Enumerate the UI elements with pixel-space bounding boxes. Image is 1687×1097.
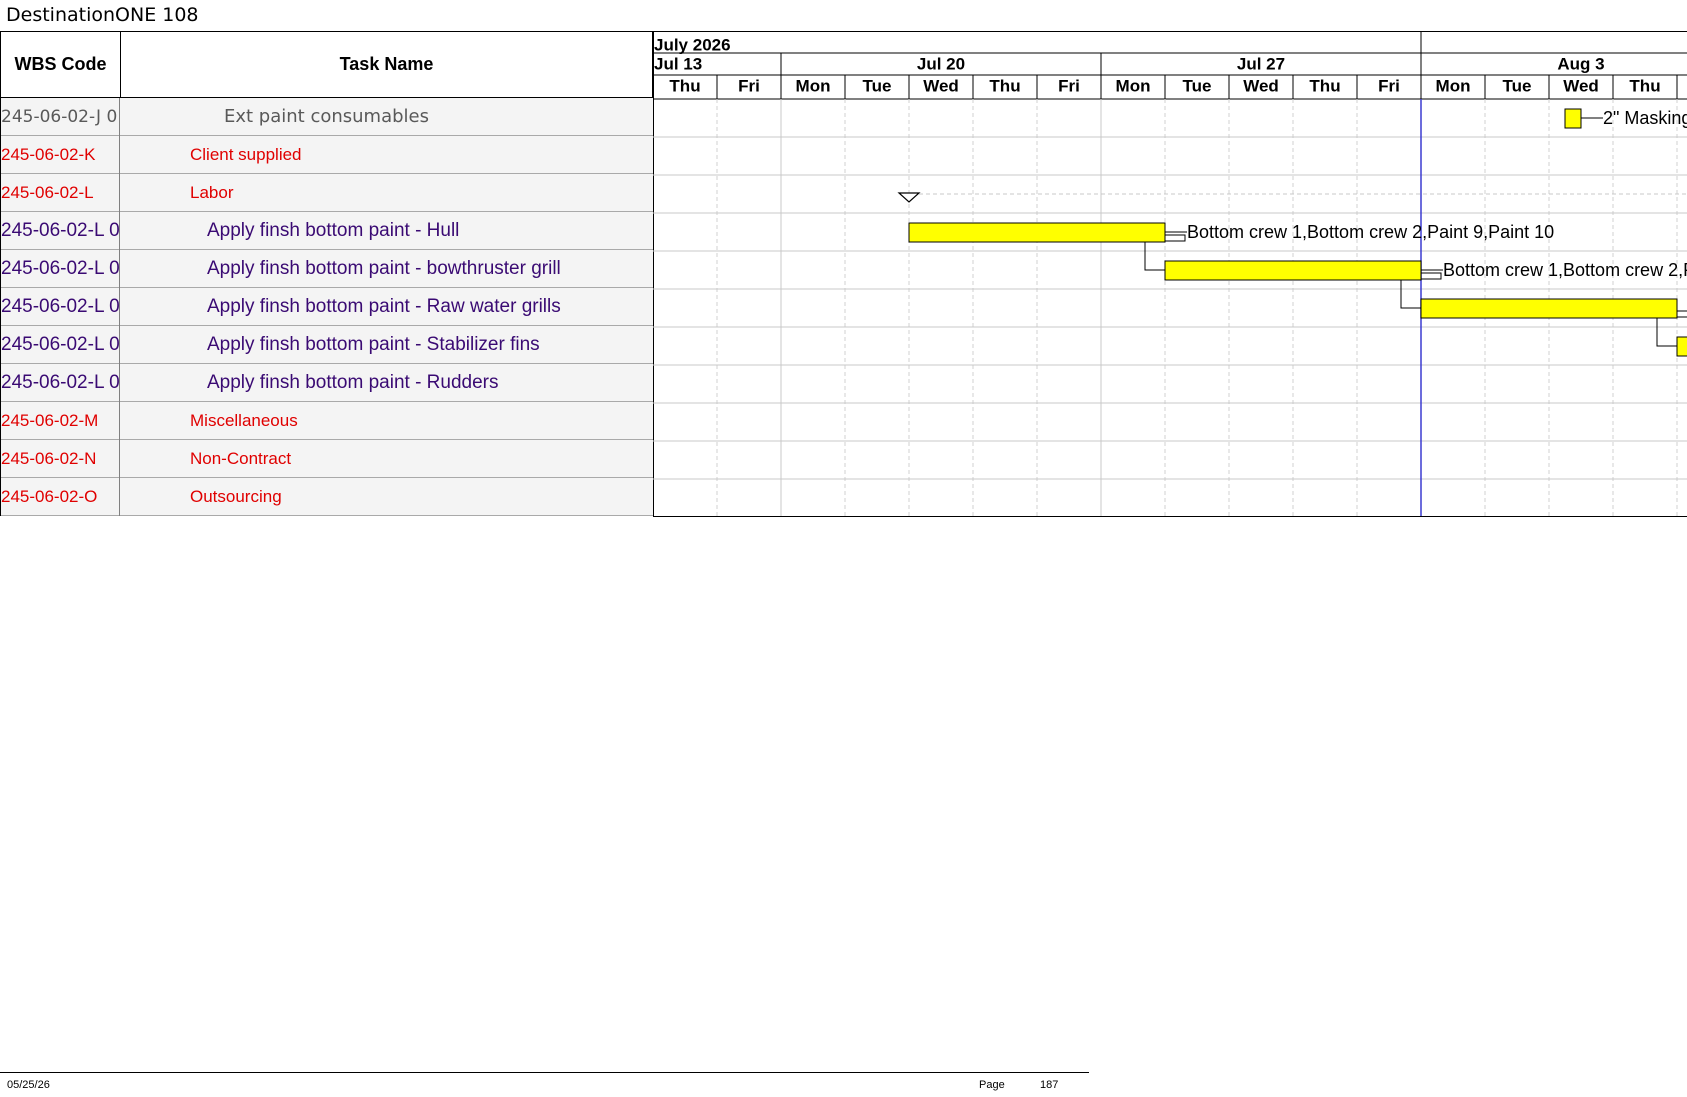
task-name-cell: Labor <box>190 183 234 202</box>
week-label: Aug 3 <box>1557 54 1604 73</box>
table-row[interactable]: 245-06-02-O Outsourcing <box>0 478 653 516</box>
task-name-cell: Apply finsh bottom paint - Rudders <box>207 372 499 393</box>
document-title: DestinationONE 108 <box>6 4 199 26</box>
table-row[interactable]: 245-06-02-N Non-Contract <box>0 440 653 478</box>
table-row[interactable]: 245-06-02-J 01 Ext paint consumables <box>0 98 653 136</box>
task-bar <box>1164 260 1422 281</box>
wbs-code-cell: 245-06-02-O <box>0 478 120 516</box>
wbs-code-cell: 245-06-02-N <box>0 440 120 478</box>
table-row[interactable]: 245-06-02-M Miscellaneous <box>0 402 653 440</box>
day-label: Tue <box>863 76 892 95</box>
resource-label: Bottom crew 1,Bottom crew 2,Paint 9,Pain… <box>1443 260 1687 280</box>
day-label: Thu <box>1309 76 1340 95</box>
wbs-code-cell: 245-06-02-L 03 <box>0 288 120 326</box>
footer-page-label: Page <box>979 1079 1005 1091</box>
day-label: Mon <box>1436 76 1471 95</box>
wbs-column-header[interactable]: WBS Code <box>0 31 121 98</box>
task-name-column-header[interactable]: Task Name <box>120 31 653 98</box>
resource-label: Bottom crew 1,Bottom crew 2,Paint 9,Pain… <box>1187 222 1554 242</box>
table-row[interactable]: 245-06-02-L 05 Apply finsh bottom paint -… <box>0 364 653 402</box>
day-label: Fri <box>1058 76 1080 95</box>
wbs-code-cell: 245-06-02-L <box>0 174 120 212</box>
task-bar <box>1676 336 1687 357</box>
day-label: Thu <box>989 76 1020 95</box>
table-row[interactable]: 245-06-02-L 02 Apply finsh bottom paint -… <box>0 250 653 288</box>
day-label: Tue <box>1503 76 1532 95</box>
day-label: Fri <box>738 76 760 95</box>
week-label: Jul 13 <box>654 54 702 73</box>
day-label: Mon <box>1116 76 1151 95</box>
day-label: Thu <box>1629 76 1660 95</box>
table-row[interactable]: 245-06-02-L 04 Apply finsh bottom paint -… <box>0 326 653 364</box>
task-name-cell: Outsourcing <box>190 487 282 506</box>
week-label: Jul 27 <box>1237 54 1285 73</box>
wbs-code-cell: 245-06-02-J 01 <box>0 98 120 136</box>
day-label: Wed <box>1243 76 1279 95</box>
task-name-cell: Non-Contract <box>190 449 292 468</box>
gantt-chart-canvas: July 2026Jul 13 Jul 20 Jul 27 Aug 3 Thu Fri Mo… <box>653 32 1687 516</box>
wbs-code-cell: 245-06-02-L 02 <box>0 250 120 288</box>
wbs-code-cell: 245-06-02-K <box>0 136 120 174</box>
wbs-code-cell: 245-06-02-M <box>0 402 120 440</box>
task-bar <box>1564 108 1582 129</box>
task-name-cell: Client supplied <box>190 145 302 164</box>
day-label: Tue <box>1183 76 1212 95</box>
week-label: Jul 20 <box>917 54 965 73</box>
table-row[interactable]: 245-06-02-L 01 Apply finsh bottom paint -… <box>0 212 653 250</box>
wbs-code-cell: 245-06-02-L 04 <box>0 326 120 364</box>
table-row[interactable]: 245-06-02-L 03 Apply finsh bottom paint -… <box>0 288 653 326</box>
task-name-cell: Apply finsh bottom paint - Hull <box>207 220 460 241</box>
gantt-table: WBS Code Task Name 245-06-02-J 01 Ext pai… <box>0 31 1687 517</box>
gantt-chart: July 2026 Jul 13 Jul 20 Jul 27 Aug 3 Thu Fri Mo… <box>653 31 1687 517</box>
task-name-cell: Apply finsh bottom paint - bowthruster g… <box>207 258 561 279</box>
day-label: Wed <box>1563 76 1599 95</box>
task-bar <box>908 222 1166 243</box>
task-bar <box>1420 298 1678 319</box>
table-row[interactable]: 245-06-02-L Labor <box>0 174 653 212</box>
wbs-code-cell: 245-06-02-L 01 <box>0 212 120 250</box>
footer-page-number: 187 <box>1040 1079 1059 1091</box>
day-label: Wed <box>923 76 959 95</box>
table-row[interactable]: 245-06-02-K Client supplied <box>0 136 653 174</box>
task-name-cell: Ext paint consumables <box>224 106 429 127</box>
wbs-code-cell: 245-06-02-L 05 <box>0 364 120 402</box>
footer-date: 05/25/26 <box>7 1079 50 1091</box>
day-label: Fri <box>1378 76 1400 95</box>
resource-label: 2" Masking <box>1603 108 1687 128</box>
day-label: Mon <box>796 76 831 95</box>
task-name-cell: Apply finsh bottom paint - Raw water gri… <box>207 296 561 317</box>
day-label: Thu <box>669 76 700 95</box>
task-name-cell: Miscellaneous <box>190 411 298 430</box>
timescale-month-label: July 2026 <box>654 35 731 54</box>
footer-divider <box>0 1072 1089 1073</box>
task-name-cell: Apply finsh bottom paint - Stabilizer fi… <box>207 334 540 355</box>
summary-task-marker <box>897 192 921 203</box>
